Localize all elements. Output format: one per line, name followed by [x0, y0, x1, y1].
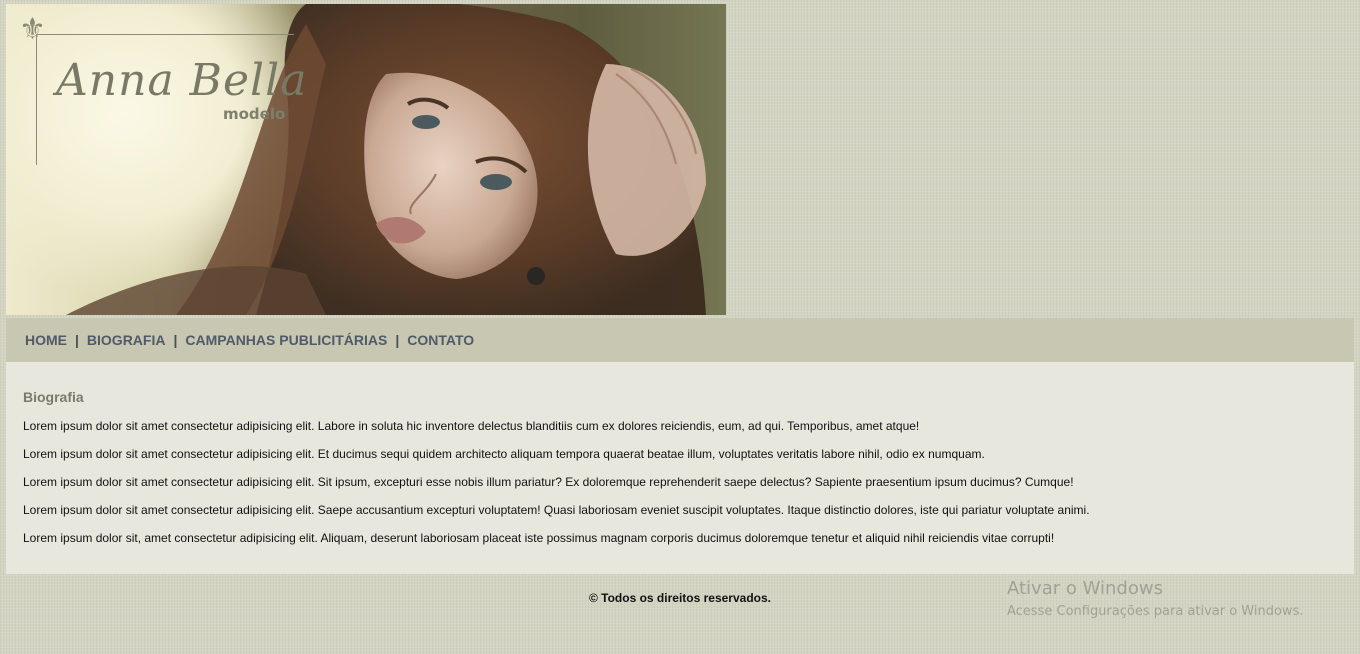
- header-banner: ⚜ Anna Bella modelo: [6, 4, 726, 315]
- paragraph: Lorem ipsum dolor sit amet consectetur a…: [23, 419, 920, 433]
- windows-activation-watermark: Ativar o Windows Acesse Configurações pa…: [1007, 578, 1303, 622]
- nav-link-contato[interactable]: CONTATO: [407, 332, 474, 348]
- logo-frame-horizontal: [36, 34, 294, 35]
- nav-separator: |: [395, 332, 400, 348]
- banner-photo: [66, 4, 706, 315]
- logo-name: Anna Bella: [56, 55, 308, 106]
- nav-separator: |: [75, 332, 79, 348]
- nav-link-campanhas[interactable]: CAMPANHAS PUBLICITÁRIAS: [185, 332, 387, 348]
- watermark-title: Ativar o Windows: [1007, 578, 1163, 599]
- logo-subtitle: modelo: [223, 105, 286, 123]
- fleur-de-lis-icon: ⚜: [19, 12, 46, 47]
- biography-section: Biografia Lorem ipsum dolor sit amet con…: [6, 362, 1354, 574]
- nav-link-home[interactable]: HOME: [25, 332, 67, 348]
- main-nav: HOME | BIOGRAFIA | CAMPANHAS PUBLICITÁRI…: [6, 318, 1354, 362]
- nav-link-biografia[interactable]: BIOGRAFIA: [87, 332, 166, 348]
- paragraph: Lorem ipsum dolor sit amet consectetur a…: [23, 447, 985, 461]
- logo-frame-vertical: [36, 34, 37, 165]
- paragraph: Lorem ipsum dolor sit, amet consectetur …: [23, 531, 1055, 545]
- paragraph: Lorem ipsum dolor sit amet consectetur a…: [23, 475, 1074, 489]
- nav-separator: |: [173, 332, 178, 348]
- paragraph: Lorem ipsum dolor sit amet consectetur a…: [23, 503, 1090, 517]
- section-title: Biografia: [23, 389, 84, 405]
- watermark-subtitle: Acesse Configurações para ativar o Windo…: [1007, 604, 1304, 619]
